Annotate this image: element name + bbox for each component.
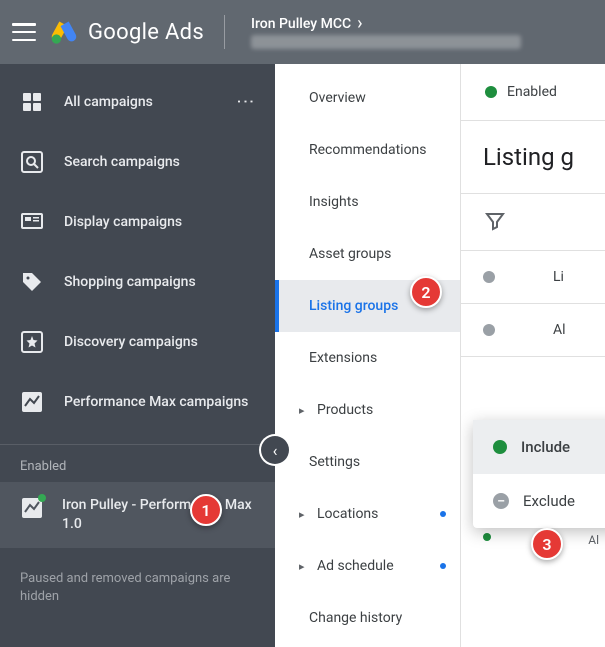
row-text: Al [588,533,599,547]
nav-item-asset-groups[interactable]: Asset groups [275,228,460,280]
nav-label: Change history [309,610,402,626]
sidebar-item-label: Performance Max campaigns [64,393,248,411]
nav-label: Ad schedule [317,558,394,574]
nav-label: Insights [309,194,359,210]
status-label: Enabled [507,84,557,100]
nav-label: Locations [317,506,378,522]
sidebar-item-label: Shopping campaigns [64,274,196,290]
sidebar: All campaigns ⋮ Search campaigns Display… [0,64,275,647]
product-name: Google Ads [88,20,204,45]
sidebar-section-label: Enabled [0,445,275,482]
annotation-1: 1 [190,494,222,526]
divider [224,15,225,49]
nav-label: Extensions [309,350,377,366]
nav-label: Settings [309,454,360,470]
account-sub-redacted [251,35,521,49]
status-bar: Enabled [461,64,605,121]
nav-item-insights[interactable]: Insights [275,176,460,228]
status-dot-enabled [483,533,491,541]
row-text: Al [553,322,566,338]
status-dot-neutral [483,324,495,336]
account-name: Iron Pulley MCC [251,16,351,32]
grid-icon [20,90,44,114]
popup-item-include[interactable]: Include [473,420,605,474]
nav-label: Asset groups [309,246,391,262]
sidebar-item-label: All campaigns [64,94,153,110]
sidebar-item-discovery-campaigns[interactable]: Discovery campaigns [0,312,275,372]
notification-dot [440,511,446,517]
main-content: Enabled Listing g Li Al Include – Exclud… [461,64,605,647]
sidebar-item-display-campaigns[interactable]: Display campaigns [0,192,275,252]
popup-label: Include [521,438,570,456]
performance-icon [20,390,44,414]
sidebar-campaign-item[interactable]: Iron Pulley - Performance Max 1.0 [0,482,275,548]
sidebar-hidden-note: Paused and removed campaigns are hidden [0,548,275,628]
caret-right-icon: ▸ [299,560,309,573]
nav-item-products[interactable]: ▸ Products [275,384,460,436]
nav-item-ad-schedule[interactable]: ▸ Ad schedule [275,540,460,592]
sidebar-item-shopping-campaigns[interactable]: Shopping campaigns [0,252,275,312]
nav-label: Overview [309,90,366,106]
sidebar-item-pmax-campaigns[interactable]: Performance Max campaigns [0,372,275,432]
caret-right-icon: ▸ [299,508,309,521]
product-logo[interactable]: Google Ads [50,18,204,46]
nav-item-recommendations[interactable]: Recommendations [275,124,460,176]
more-icon[interactable]: ⋮ [235,92,256,112]
app-header: Google Ads Iron Pulley MCC › [0,0,605,64]
shopping-tag-icon [20,270,44,294]
nav-item-extensions[interactable]: Extensions [275,332,460,384]
sidebar-item-all-campaigns[interactable]: All campaigns ⋮ [0,72,275,132]
google-ads-logo-icon [50,18,78,46]
table-row[interactable]: Al [461,304,605,357]
nav-item-change-history[interactable]: Change history [275,592,460,644]
popup-item-exclude[interactable]: – Exclude [473,474,605,528]
status-dot-enabled [38,494,46,502]
annotation-3: 3 [531,528,563,560]
sidebar-item-label: Discovery campaigns [64,334,198,350]
sidebar-item-search-campaigns[interactable]: Search campaigns [0,132,275,192]
nav-item-locations[interactable]: ▸ Locations [275,488,460,540]
exclude-icon: – [493,493,509,509]
nav-label: Listing groups [309,298,398,314]
discovery-icon [20,330,44,354]
menu-icon[interactable] [12,23,36,41]
caret-right-icon: ▸ [299,404,309,417]
notification-dot [440,563,446,569]
status-dot-neutral [483,271,495,283]
nav-item-overview[interactable]: Overview [275,72,460,124]
include-exclude-popup: Include – Exclude [473,420,605,528]
popup-label: Exclude [523,492,575,510]
search-icon [20,150,44,174]
page-title: Listing g [461,121,605,194]
secondary-nav: Overview Recommendations Insights Asset … [275,64,461,647]
filter-button[interactable] [461,194,605,251]
row-text: Li [553,269,564,285]
campaign-name: Iron Pulley - Performance Max 1.0 [62,496,255,534]
table-row[interactable]: Li [461,251,605,304]
nav-label: Recommendations [309,142,427,158]
account-switcher[interactable]: Iron Pulley MCC › [251,15,521,49]
display-icon [20,210,44,234]
annotation-2: 2 [410,276,442,308]
filter-icon [483,208,507,232]
sidebar-item-label: Search campaigns [64,154,180,170]
chevron-right-icon: › [357,15,362,33]
status-dot-enabled [493,440,507,454]
status-dot-enabled [485,86,497,98]
nav-label: Products [317,402,373,418]
sidebar-item-label: Display campaigns [64,214,182,230]
nav-item-settings[interactable]: Settings [275,436,460,488]
